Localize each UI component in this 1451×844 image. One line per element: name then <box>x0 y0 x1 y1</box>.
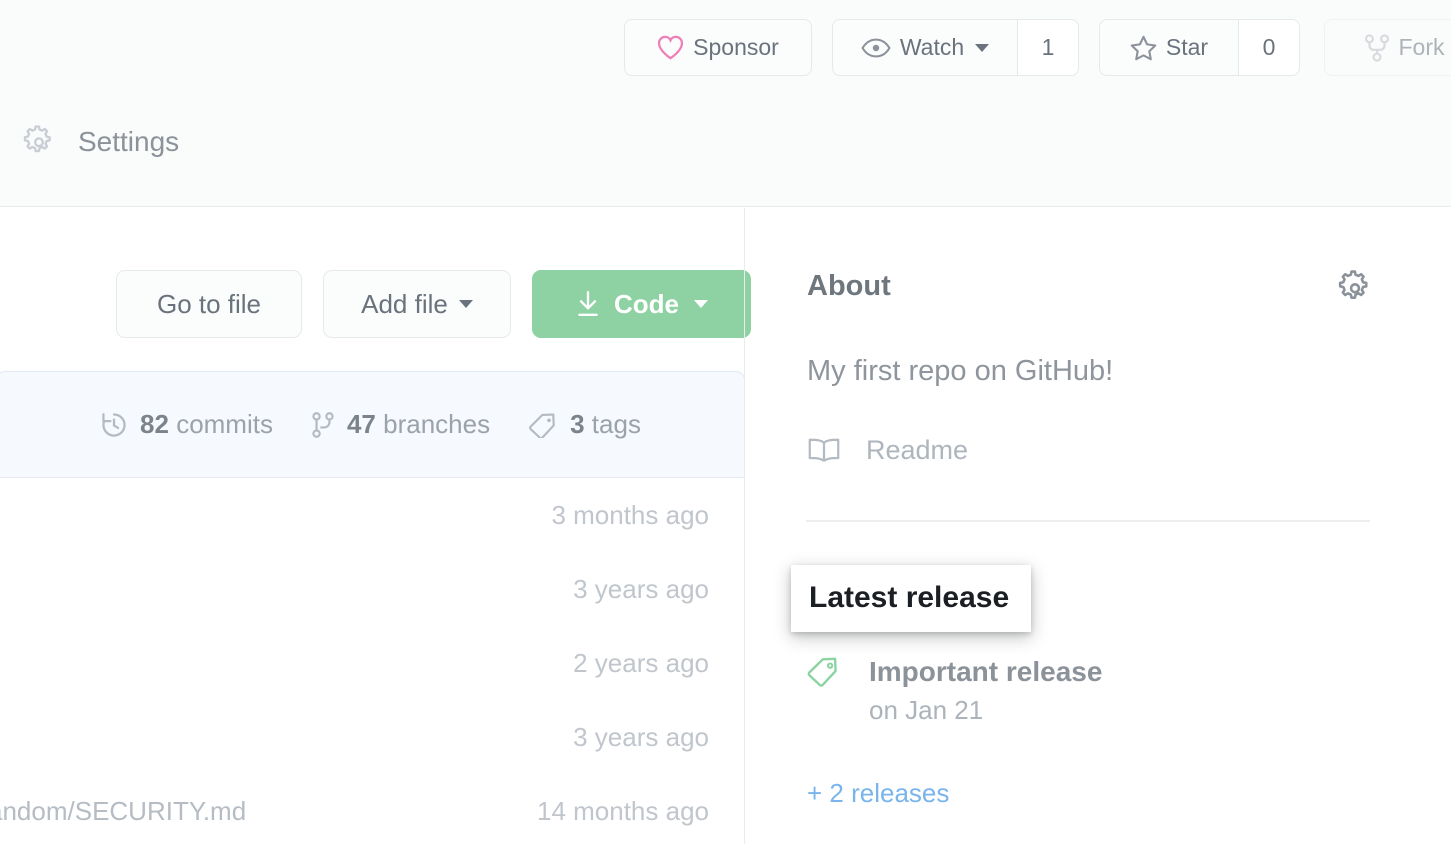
branches-count: 47 <box>347 409 376 439</box>
commits-label: commits <box>176 409 273 439</box>
tag-icon <box>807 656 841 726</box>
about-settings-button[interactable] <box>1337 270 1373 306</box>
file-browser-column: Go to file Add file Code <box>0 208 745 844</box>
about-sidebar: About My first repo on GitHub! Readme <box>745 208 1451 844</box>
file-age: 3 years ago <box>573 574 709 605</box>
file-age: 14 months ago <box>537 796 709 827</box>
release-date: on Jan 21 <box>869 695 1102 726</box>
release-text: Important release on Jan 21 <box>869 656 1102 726</box>
watch-button[interactable]: Watch <box>832 19 1017 76</box>
repo-action-buttons: Sponsor Watch 1 <box>0 0 1451 95</box>
branch-icon <box>311 411 335 439</box>
history-icon <box>100 411 128 439</box>
table-row[interactable]: 3 months ago <box>0 478 744 552</box>
chevron-down-icon <box>975 44 989 52</box>
watch-count[interactable]: 1 <box>1017 19 1079 76</box>
file-age: 2 years ago <box>573 648 709 679</box>
table-row[interactable]: 2 years ago <box>0 626 744 700</box>
repo-content: Go to file Add file Code <box>0 208 1451 844</box>
repo-nav: Settings <box>0 95 1451 207</box>
gear-icon <box>1337 270 1373 306</box>
book-icon <box>807 436 841 466</box>
chevron-down-icon <box>459 300 473 308</box>
repository-page: Sponsor Watch 1 <box>0 0 1451 844</box>
fork-icon <box>1364 34 1390 62</box>
fork-button-group: Fork <box>1324 19 1451 76</box>
about-title: About <box>807 270 891 303</box>
readme-label: Readme <box>866 435 968 466</box>
file-list: 3 months ago 3 years ago 2 years ago 3 y… <box>0 478 744 844</box>
branches-stat[interactable]: 47 branches <box>311 409 490 440</box>
repo-meta-bar: 82 commits 47 branches <box>0 371 745 478</box>
file-age: 3 months ago <box>551 500 709 531</box>
tag-icon <box>528 412 558 438</box>
latest-release-item[interactable]: Important release on Jan 21 <box>807 656 1102 726</box>
sidebar-divider <box>806 520 1370 522</box>
star-button-group: Star 0 <box>1099 19 1300 76</box>
fork-button[interactable]: Fork <box>1324 19 1451 76</box>
table-row[interactable]: andom/SECURITY.md 14 months ago <box>0 774 744 844</box>
download-icon <box>575 290 601 318</box>
nav-item-settings[interactable]: Settings <box>22 125 179 159</box>
fork-label: Fork <box>1399 34 1445 61</box>
go-to-file-button[interactable]: Go to file <box>116 270 302 338</box>
repo-header: Sponsor Watch 1 <box>0 0 1451 207</box>
table-row[interactable]: 3 years ago <box>0 552 744 626</box>
watch-label: Watch <box>900 34 964 61</box>
branches-label: branches <box>383 409 490 439</box>
readme-link[interactable]: Readme <box>807 435 968 466</box>
tags-label: tags <box>592 409 641 439</box>
commits-count: 82 <box>140 409 169 439</box>
add-file-label: Add file <box>361 289 448 320</box>
file-age: 3 years ago <box>573 722 709 753</box>
code-button[interactable]: Code <box>532 270 751 338</box>
more-releases-link[interactable]: + 2 releases <box>807 778 949 809</box>
file-action-row: Go to file Add file Code <box>116 270 751 338</box>
latest-release-heading: Latest release <box>791 565 1031 632</box>
release-name: Important release <box>869 656 1102 688</box>
add-file-button[interactable]: Add file <box>323 270 511 338</box>
about-description: My first repo on GitHub! <box>807 355 1113 388</box>
table-row[interactable]: 3 years ago <box>0 700 744 774</box>
star-button[interactable]: Star <box>1099 19 1238 76</box>
go-to-file-label: Go to file <box>157 289 261 320</box>
nav-settings-label: Settings <box>78 126 179 158</box>
tags-stat[interactable]: 3 tags <box>528 409 641 440</box>
watch-button-group: Watch 1 <box>832 19 1079 76</box>
sponsor-button[interactable]: Sponsor <box>624 19 812 76</box>
eye-icon <box>861 37 891 59</box>
tags-count: 3 <box>570 409 584 439</box>
star-icon <box>1130 35 1157 61</box>
file-name[interactable]: andom/SECURITY.md <box>0 796 246 827</box>
heart-icon <box>657 35 684 60</box>
star-label: Star <box>1166 34 1208 61</box>
gear-icon <box>22 125 56 159</box>
code-label: Code <box>614 289 679 320</box>
star-count[interactable]: 0 <box>1238 19 1300 76</box>
chevron-down-icon <box>694 300 708 308</box>
sponsor-label: Sponsor <box>693 34 779 61</box>
commits-stat[interactable]: 82 commits <box>100 409 273 440</box>
